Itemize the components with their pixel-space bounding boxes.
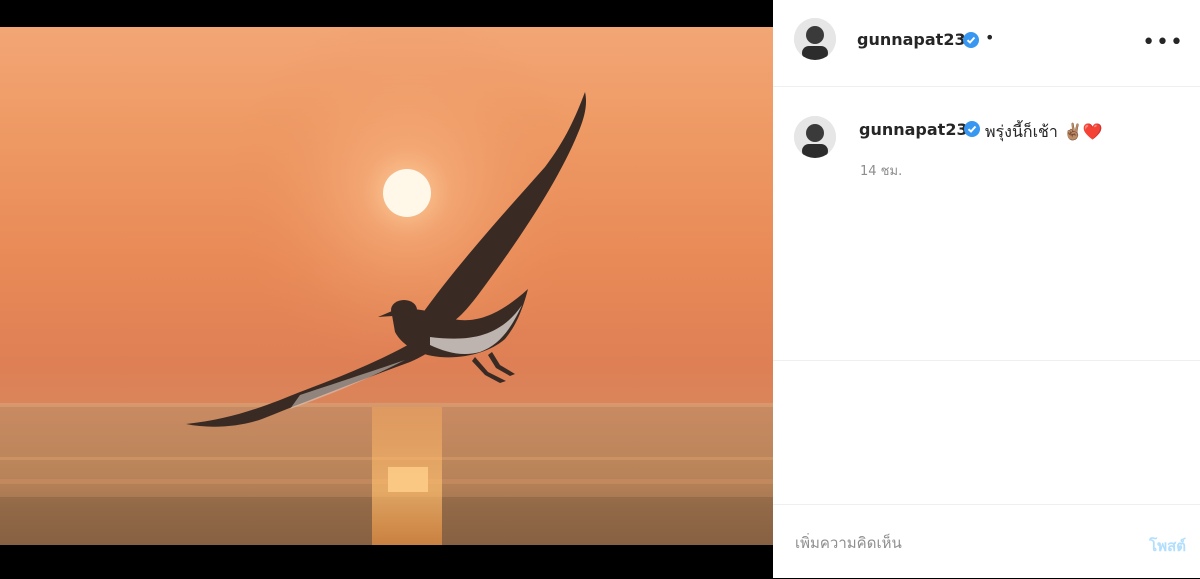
post-comment-button[interactable]: โพสต์ — [1149, 534, 1186, 558]
caption-avatar[interactable] — [794, 116, 836, 158]
post-header: gunnapat23 • ••• — [773, 0, 1200, 87]
post-side-panel: gunnapat23 • ••• gunnapat23 พรุ่งนี้ก็เช… — [773, 0, 1200, 578]
comment-bar: โพสต์ — [773, 504, 1200, 579]
post-photo[interactable] — [0, 27, 773, 545]
caption-username[interactable]: gunnapat23 — [859, 120, 968, 139]
avatar[interactable] — [794, 18, 836, 60]
follow-dot: • — [985, 28, 995, 47]
more-options-icon[interactable]: ••• — [1142, 30, 1184, 55]
comment-input[interactable] — [793, 533, 1117, 553]
avatar-photo — [794, 18, 836, 60]
post-modal: gunnapat23 • ••• gunnapat23 พรุ่งนี้ก็เช… — [0, 0, 1200, 578]
divider — [773, 360, 1200, 361]
verified-badge-icon — [963, 32, 979, 48]
post-photo-area — [0, 0, 773, 578]
seagull-sunset-photo — [0, 27, 773, 545]
avatar-photo — [794, 116, 836, 158]
post-timestamp[interactable]: 14 ชม. — [860, 160, 902, 181]
header-username[interactable]: gunnapat23 — [857, 30, 966, 49]
caption-text: พรุ่งนี้ก็เช้า ✌🏽❤️ — [985, 122, 1103, 141]
verified-badge-icon — [964, 121, 980, 137]
